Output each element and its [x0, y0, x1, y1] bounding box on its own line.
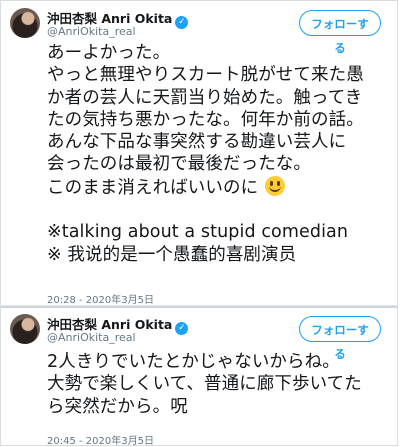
- tweet-card[interactable]: 沖田杏梨 Anri Okita ✓ @AnriOkita_real フォローする …: [0, 306, 398, 447]
- tweet-timestamp[interactable]: 20:45 - 2020年3月5日: [47, 432, 154, 447]
- tweet-text: 2人きりでいたとかじゃないからね。 大勢で楽しくいて、普通に廊下歩いてた ら突然…: [47, 352, 362, 417]
- tweet-card[interactable]: 沖田杏梨 Anri Okita ✓ @AnriOkita_real フォローする …: [0, 0, 398, 306]
- follow-button[interactable]: フォローする: [299, 10, 381, 55]
- display-name-text[interactable]: 沖田杏梨 Anri Okita: [47, 11, 172, 26]
- avatar[interactable]: [10, 314, 40, 344]
- tweet-text-main: あーよかった。 やっと無理やりスカート脱がせて来た愚 か者の芸人に天罰当り始めた…: [47, 43, 364, 198]
- follow-button[interactable]: フォローする: [299, 316, 381, 361]
- verified-badge-icon: ✓: [175, 322, 189, 335]
- tweet-text: あーよかった。 やっと無理やりスカート脱がせて来た愚 か者の芸人に天罰当り始めた…: [47, 42, 391, 266]
- smiling-face-emoji: [264, 175, 285, 196]
- display-name-text[interactable]: 沖田杏梨 Anri Okita: [47, 317, 172, 332]
- avatar[interactable]: [10, 8, 40, 38]
- verified-badge-icon: ✓: [175, 16, 189, 29]
- user-handle[interactable]: @AnriOkita_real: [47, 25, 136, 38]
- tweet-text-translation: ※talking about a stupid comedian ※ 我说的是一…: [47, 222, 349, 265]
- tweet-timestamp[interactable]: 20:28 - 2020年3月5日: [47, 291, 154, 306]
- user-handle[interactable]: @AnriOkita_real: [47, 331, 136, 344]
